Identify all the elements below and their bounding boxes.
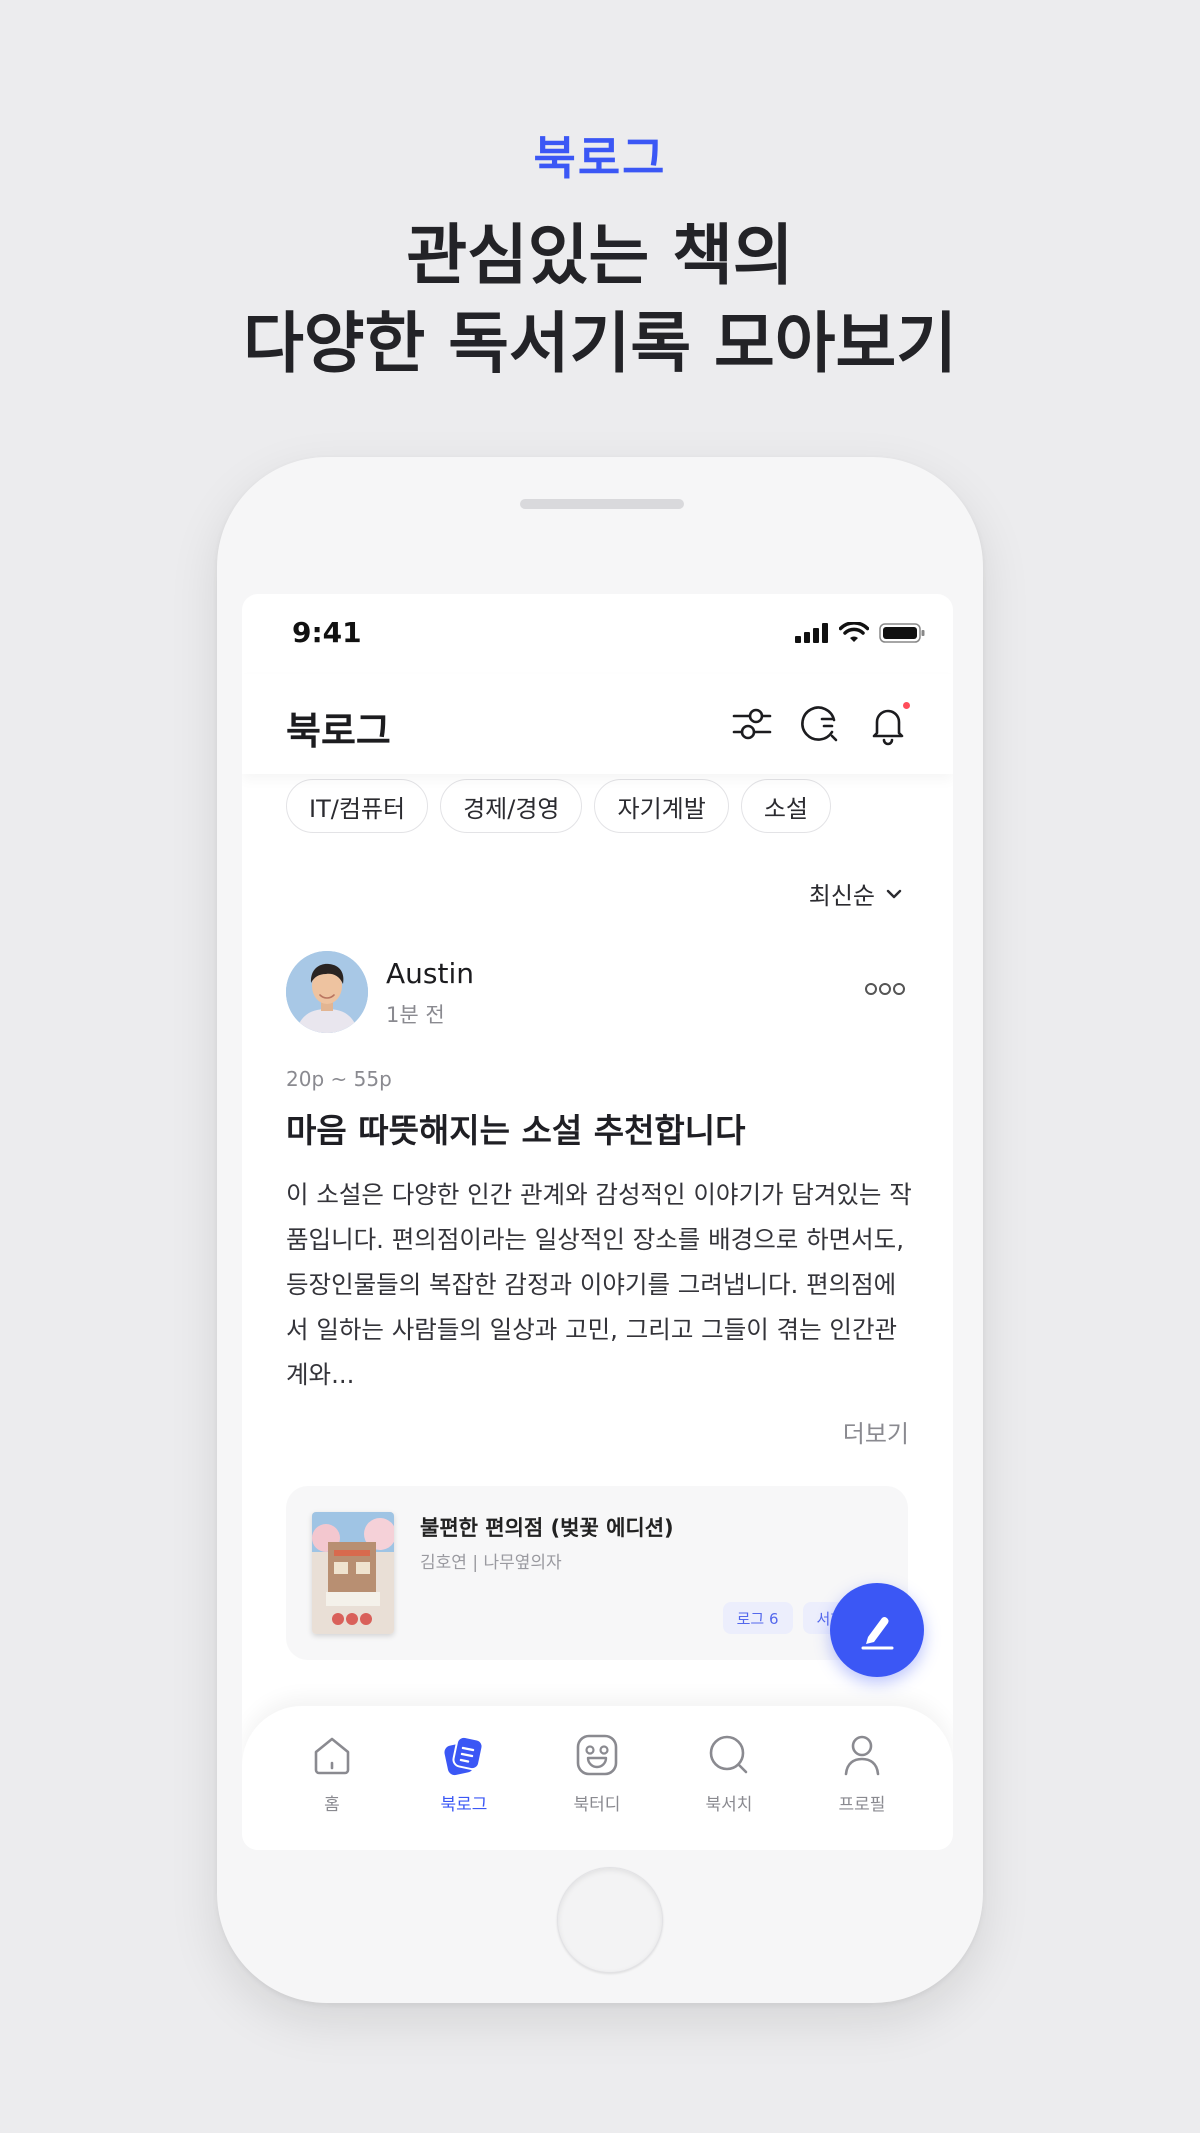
- book-cover-image: [312, 1512, 394, 1634]
- home-icon: [314, 1737, 350, 1775]
- promo-label: 북로그: [533, 131, 667, 185]
- sort-label: 최신순: [808, 882, 875, 910]
- app-screen: 9:41 북로그 IT/컴퓨터 경제/경영 자기계발 소설 최신순 Austin…: [242, 594, 953, 1850]
- nav-home[interactable]: 홈: [282, 1732, 382, 1815]
- status-bar: 9:41: [242, 594, 953, 674]
- category-chip[interactable]: 경제/경영: [440, 779, 583, 833]
- smile-icon: [576, 1734, 618, 1776]
- phone-home-button: [557, 1867, 663, 1973]
- booklog-icon: [444, 1735, 484, 1776]
- nav-label: 북터디: [573, 1795, 621, 1815]
- app-header: 북로그: [242, 674, 953, 774]
- battery-icon: [879, 623, 925, 643]
- post-time: 1분 전: [386, 1003, 445, 1027]
- chevron-down-icon: [886, 889, 902, 898]
- nav-booklog[interactable]: 북로그: [414, 1732, 514, 1815]
- nav-booksearch[interactable]: 북서치: [679, 1732, 779, 1815]
- profile-icon: [844, 1735, 880, 1776]
- sort-dropdown[interactable]: 최신순: [809, 876, 903, 911]
- nav-bookstudy[interactable]: 북터디: [547, 1732, 647, 1815]
- nav-label: 홈: [324, 1795, 340, 1815]
- nav-label: 프로필: [838, 1795, 886, 1815]
- log-count-tag: 로그 6: [722, 1602, 793, 1634]
- more-options-icon[interactable]: [865, 979, 905, 999]
- category-chip[interactable]: 소설: [740, 779, 831, 833]
- book-meta: 김호연 | 나무옆의자: [420, 1553, 562, 1573]
- app-title: 북로그: [286, 709, 391, 753]
- promo-headline-line1: 관심있는 책의: [406, 217, 794, 294]
- notification-dot: [903, 702, 910, 709]
- post-body: 이 소설은 다양한 인간 관계와 감성적인 이야기가 담겨있는 작품입니다. 편…: [286, 1180, 912, 1389]
- promo-headline-line2: 다양한 독서기록 모아보기: [243, 305, 957, 382]
- filter-icon[interactable]: [730, 702, 774, 746]
- wifi-icon: [839, 622, 869, 642]
- status-time: 9:41: [292, 616, 362, 649]
- promo-headline: 관심있는 책의 다양한 독서기록 모아보기: [0, 212, 1200, 388]
- nav-label: 북로그: [440, 1795, 488, 1815]
- pencil-icon: [861, 1617, 894, 1650]
- search-lines-icon[interactable]: [798, 702, 842, 746]
- write-button[interactable]: [830, 1583, 924, 1677]
- signal-icon: [795, 623, 828, 643]
- bell-icon: [872, 709, 904, 746]
- category-chip[interactable]: 자기계발: [594, 779, 729, 833]
- avatar-photo: [286, 951, 368, 1033]
- book-card[interactable]: 불편한 편의점 (벚꽃 에디션) 김호연 | 나무옆의자 로그 6 서재 20: [286, 1486, 908, 1660]
- bottom-nav: 홈 북로그 북터디 북서치 프로필: [242, 1706, 953, 1850]
- avatar[interactable]: [286, 951, 368, 1033]
- status-icons: [795, 622, 925, 644]
- category-chips: IT/컴퓨터 경제/경영 자기계발 소설: [286, 779, 831, 833]
- search-icon: [709, 1735, 748, 1774]
- category-chip[interactable]: IT/컴퓨터: [286, 779, 429, 833]
- author-name[interactable]: Austin: [386, 957, 474, 990]
- nav-label: 북서치: [705, 1795, 753, 1815]
- nav-profile[interactable]: 프로필: [812, 1732, 912, 1815]
- phone-mockup: 9:41 북로그 IT/컴퓨터 경제/경영 자기계발 소설 최신순 Austin…: [217, 457, 983, 2003]
- phone-speaker: [520, 499, 684, 509]
- book-title: 불편한 편의점 (벚꽃 에디션): [420, 1516, 674, 1540]
- more-link[interactable]: 더보기: [843, 1414, 909, 1449]
- page-range: 20p ~ 55p: [286, 1067, 392, 1091]
- post-title[interactable]: 마음 따뜻해지는 소설 추천합니다: [286, 1104, 746, 1152]
- notification-button[interactable]: [866, 702, 910, 746]
